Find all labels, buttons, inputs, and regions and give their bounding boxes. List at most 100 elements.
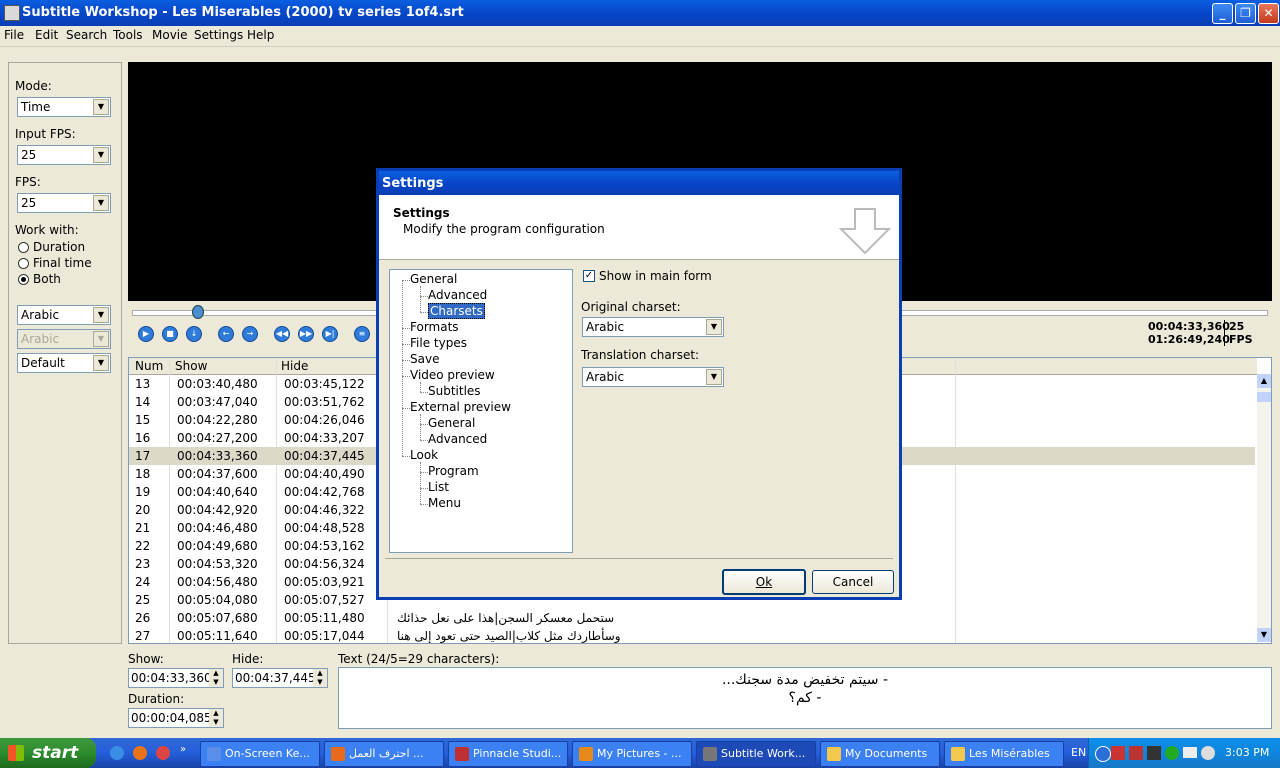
tree-item[interactable]: Subtitles (428, 384, 481, 398)
taskbar-button[interactable]: Les Misérables (944, 741, 1064, 767)
windows-logo-icon (8, 745, 24, 761)
radio-duration-label: Duration (33, 240, 86, 254)
cell-num: 13 (135, 377, 151, 391)
show-in-main-form-checkbox[interactable]: ✓ (583, 270, 595, 282)
mode-select[interactable]: Time ▼ (17, 97, 111, 117)
restore-button[interactable]: ❐ (1235, 3, 1256, 24)
taskbar-button[interactable]: Pinnacle Studi... (448, 741, 568, 767)
tree-item[interactable]: Formats (410, 320, 459, 334)
chevron-down-icon: ▼ (93, 99, 109, 115)
hide-time-input[interactable]: 00:04:37,445 ▲ ▼ (232, 668, 328, 688)
tree-item[interactable]: Menu (428, 496, 461, 510)
tray-app-icon[interactable] (1147, 746, 1161, 760)
cell-hide: 00:04:46,322 (284, 503, 365, 517)
volume-icon[interactable] (1201, 746, 1215, 760)
spin-icon[interactable]: ▲ ▼ (209, 709, 223, 727)
col-show[interactable]: Show (175, 359, 207, 373)
task-app-icon (951, 747, 965, 761)
cancel-button[interactable]: Cancel (812, 570, 894, 594)
radio-both[interactable] (18, 274, 29, 285)
tree-item[interactable]: Video preview (410, 368, 495, 382)
minimize-button[interactable]: _ (1212, 3, 1233, 24)
scroll-up-icon[interactable]: ▲ (1257, 374, 1271, 388)
stop-icon[interactable]: ■ (162, 326, 178, 342)
subtitle-text-area[interactable]: - سيتم تخفيض مدة سجنك... - كم؟ (338, 667, 1272, 729)
input-fps-select[interactable]: 25 ▼ (17, 145, 111, 165)
menu-movie[interactable]: Movie (152, 28, 188, 42)
fps-unit: FPS (1229, 333, 1253, 346)
tray-app-icon[interactable] (1129, 746, 1143, 760)
original-charset-label: Original charset: (581, 300, 681, 314)
spin-icon[interactable]: ▲ ▼ (313, 669, 327, 687)
tree-item[interactable]: Save (410, 352, 439, 366)
tray-network-icon[interactable] (1165, 746, 1179, 760)
spin-icon[interactable]: ▲ ▼ (209, 669, 223, 687)
tree-item[interactable]: General (410, 272, 457, 286)
taskbar-button[interactable]: Subtitle Work... (696, 741, 816, 767)
forward-icon[interactable]: → (242, 326, 258, 342)
cell-num: 19 (135, 485, 151, 499)
tree-item[interactable]: External preview (410, 400, 511, 414)
cell-hide: 00:05:03,921 (284, 575, 365, 589)
mail-icon[interactable] (1183, 747, 1197, 758)
scroll-down-icon[interactable]: ▼ (1257, 628, 1271, 642)
language-indicator[interactable]: EN (1071, 746, 1086, 759)
tray-arrow-icon[interactable] (1095, 746, 1111, 762)
settings-tree[interactable]: General Advanced Charsets Formats File types… (389, 269, 573, 553)
translation-charset-select[interactable]: Arabic ▼ (582, 367, 724, 387)
tree-item[interactable]: List (428, 480, 449, 494)
col-hide[interactable]: Hide (281, 359, 308, 373)
taskbar-button[interactable]: احترف العمل ... (324, 741, 444, 767)
seek-thumb[interactable] (192, 305, 204, 319)
show-in-main-form-label: Show in main form (599, 269, 712, 283)
menu-settings[interactable]: Settings (194, 28, 243, 42)
style-select[interactable]: Default ▼ (17, 353, 111, 373)
title-bar[interactable]: Subtitle Workshop - Les Miserables (2000… (0, 0, 1280, 26)
fast-forward-icon[interactable]: ▶▶ (298, 326, 314, 342)
ok-button[interactable]: Ok (722, 569, 806, 595)
next-icon[interactable]: ▶| (322, 326, 338, 342)
close-button[interactable]: ✕ (1258, 3, 1279, 24)
tree-item[interactable]: Program (428, 464, 479, 478)
col-num[interactable]: Num (135, 359, 163, 373)
tree-item[interactable]: Charsets (428, 303, 485, 319)
tree-item[interactable]: Advanced (428, 432, 487, 446)
charset-select[interactable]: Arabic ▼ (17, 305, 111, 325)
tree-item[interactable]: Look (410, 448, 438, 462)
taskbar-button[interactable]: On-Screen Ke... (200, 741, 320, 767)
taskbar-button[interactable]: My Pictures - ... (572, 741, 692, 767)
firefox-icon[interactable] (133, 746, 147, 760)
menu-help[interactable]: Help (247, 28, 274, 42)
app-quick-launch-icon[interactable] (156, 746, 170, 760)
step-down-icon[interactable]: ↓ (186, 326, 202, 342)
rewind-icon[interactable]: ◀◀ (274, 326, 290, 342)
show-time-input[interactable]: 00:04:33,360 ▲ ▼ (128, 668, 224, 688)
tree-item[interactable]: File types (410, 336, 467, 350)
menu-icon[interactable]: ≡ (354, 326, 370, 342)
start-button[interactable]: start (0, 738, 96, 768)
play-icon[interactable]: ▶ (138, 326, 154, 342)
tree-item[interactable]: General (428, 416, 475, 430)
dialog-title-bar[interactable]: Settings (379, 171, 899, 195)
radio-final-time[interactable] (18, 258, 29, 269)
taskbar-button[interactable]: My Documents (820, 741, 940, 767)
task-app-icon (331, 747, 345, 761)
menu-file[interactable]: File (4, 28, 24, 42)
menu-tools[interactable]: Tools (113, 28, 143, 42)
original-charset-select[interactable]: Arabic ▼ (582, 317, 724, 337)
radio-duration[interactable] (18, 242, 29, 253)
tree-item[interactable]: Advanced (428, 288, 487, 302)
table-scrollbar[interactable]: ▲ ▼ (1257, 374, 1271, 642)
scroll-thumb[interactable] (1257, 392, 1271, 402)
duration-input[interactable]: 00:00:04,085 ▲ ▼ (128, 708, 224, 728)
menu-search[interactable]: Search (66, 28, 107, 42)
menu-edit[interactable]: Edit (35, 28, 58, 42)
back-icon[interactable]: ← (218, 326, 234, 342)
table-row[interactable]: 27 00:05:11,640 00:05:17,044 وسأطاردك مثل ك… (129, 627, 1255, 643)
clock[interactable]: 3:03 PM (1225, 746, 1269, 759)
fps-select[interactable]: 25 ▼ (17, 193, 111, 213)
tray-app-icon[interactable] (1111, 746, 1125, 760)
ie-icon[interactable] (110, 746, 124, 760)
table-row[interactable]: 26 00:05:07,680 00:05:11,480 ستحمل معسكر ال… (129, 609, 1255, 627)
chevron-right-icon[interactable]: » (180, 744, 186, 755)
